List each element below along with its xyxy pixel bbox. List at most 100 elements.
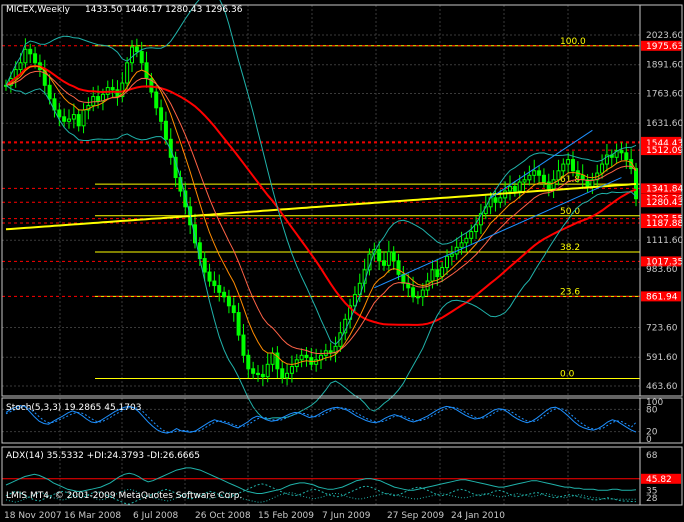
- candle-body-down: [624, 152, 629, 161]
- candle-body-up: [81, 109, 86, 127]
- candle-body-up: [459, 242, 464, 248]
- candle-body-up: [23, 48, 28, 64]
- stochastic-axis-tick-label: 80: [646, 405, 658, 415]
- candle-body-up: [517, 181, 522, 192]
- candle-body-up: [440, 267, 445, 278]
- price-axis-tick-label: 723.60: [646, 324, 678, 334]
- candle-body-down: [33, 53, 38, 64]
- candle-body-down: [541, 174, 546, 183]
- candle-body-down: [382, 260, 386, 266]
- candle-body-up: [91, 96, 96, 107]
- candle-body-up: [449, 253, 454, 257]
- candle-body-down: [619, 150, 624, 154]
- candle-body-down: [304, 354, 309, 359]
- candle-body-down: [28, 48, 33, 55]
- candle-body-up: [566, 159, 571, 165]
- candle-body-down: [144, 62, 149, 80]
- candle-body-down: [110, 87, 115, 91]
- candle-body-up: [289, 366, 294, 374]
- candle-body-down: [154, 91, 159, 109]
- adx-axis-tick-label: 68: [646, 451, 658, 461]
- candle-body-up: [386, 251, 391, 266]
- candle-body-down: [76, 114, 81, 127]
- time-axis-tick-label: 27 Sep 2009: [387, 511, 444, 521]
- candle-body-down: [396, 260, 401, 275]
- price-tag-label: 861.94: [646, 292, 678, 302]
- time-axis-tick-label: 18 Nov 2007: [4, 511, 62, 521]
- candle-body-down: [202, 258, 207, 273]
- candle-body-down: [571, 159, 575, 172]
- candle-body-up: [299, 354, 304, 361]
- candle-body-down: [411, 287, 416, 298]
- candle-body-down: [62, 116, 67, 122]
- candle-body-up: [551, 179, 556, 190]
- time-axis-tick-label: 24 Jan 2010: [451, 511, 505, 521]
- candle-body-down: [391, 251, 396, 262]
- fib-level-label: 38.2: [560, 243, 580, 253]
- candle-body-up: [464, 237, 469, 244]
- candle-body-down: [57, 109, 62, 118]
- candle-body-down: [435, 269, 440, 278]
- time-axis-tick-label: 7 Jun 2009: [322, 511, 371, 521]
- candle-body-up: [522, 179, 527, 183]
- candle-body-up: [430, 269, 435, 282]
- price-tag-label: 1512.09: [646, 146, 683, 156]
- price-axis-tick-label: 2023.60: [646, 31, 683, 41]
- candle-body-up: [445, 255, 449, 269]
- candle-body-up: [420, 289, 425, 298]
- trading-chart[interactable]: 100.061.850.038.223.60.0 1975.631548.531…: [0, 0, 684, 522]
- candle-body-up: [600, 163, 605, 174]
- candle-body-up: [270, 352, 275, 365]
- candle-body-down: [377, 249, 382, 262]
- price-axis-tick-label: 983.60: [646, 265, 678, 275]
- price-pane-ohlc: 1433.50 1446.17 1280.43 1296.36: [85, 5, 243, 15]
- price-axis-tick-label: 1631.60: [646, 119, 683, 129]
- candle-body-up: [527, 174, 532, 181]
- candle-body-down: [280, 368, 285, 379]
- candle-body-up: [415, 296, 420, 299]
- candle-body-down: [207, 271, 212, 282]
- candle-body-down: [256, 372, 260, 375]
- stochastic-pane-title: Stoch(5,3,3) 19.2865 45.1703: [6, 403, 141, 413]
- time-axis-tick-label: 26 Oct 2008: [195, 511, 251, 521]
- candle-body-up: [556, 170, 561, 181]
- price-axis-tick-label: 1111.60: [646, 236, 683, 246]
- price-tag-label: 1341.84: [646, 184, 683, 194]
- candle-body-down: [260, 373, 265, 378]
- candle-body-up: [125, 62, 130, 84]
- candle-body-down: [231, 305, 236, 314]
- candle-body-down: [47, 84, 52, 100]
- fib-level-label: 23.6: [560, 287, 580, 297]
- candle-body-up: [285, 372, 290, 379]
- price-tag-label: 1975.63: [646, 42, 683, 52]
- candle-body-up: [498, 197, 503, 203]
- candle-body-down: [251, 368, 256, 374]
- candle-body-down: [537, 170, 542, 176]
- candle-body-up: [67, 118, 71, 122]
- adx-axis-tick-label: 28: [646, 494, 658, 504]
- candle-body-up: [474, 224, 479, 233]
- time-axis-tick-label: 15 Feb 2009: [258, 511, 314, 521]
- candle-body-up: [71, 114, 76, 120]
- candle-body-up: [265, 363, 270, 378]
- candle-body-up: [18, 62, 23, 71]
- price-axis-tick-label: 463.60: [646, 382, 678, 392]
- price-axis-tick-label: 1763.60: [646, 90, 683, 100]
- candle-body-up: [561, 163, 566, 172]
- candle-body-down: [241, 334, 246, 356]
- candle-body-down: [139, 51, 144, 64]
- time-axis-tick-label: 6 Jul 2008: [133, 511, 178, 521]
- adx-pane-title: ADX(14) 35.5332 +DI:24.3793 -DI:26.6665: [6, 451, 200, 461]
- candle-body-down: [159, 107, 164, 122]
- price-axis-tick-label: 1891.60: [646, 61, 683, 71]
- candle-body-up: [130, 46, 134, 64]
- candle-body-up: [508, 186, 512, 192]
- candle-body-down: [493, 197, 498, 203]
- price-axis-tick-label: 591.60: [646, 353, 678, 363]
- candle-body-down: [212, 280, 217, 287]
- adx-level-tag-label: 45.82: [646, 475, 672, 485]
- candle-body-up: [469, 231, 474, 239]
- candle-body-down: [512, 186, 517, 192]
- candle-body-down: [217, 285, 222, 293]
- price-tag-label: 1187.88: [646, 219, 683, 229]
